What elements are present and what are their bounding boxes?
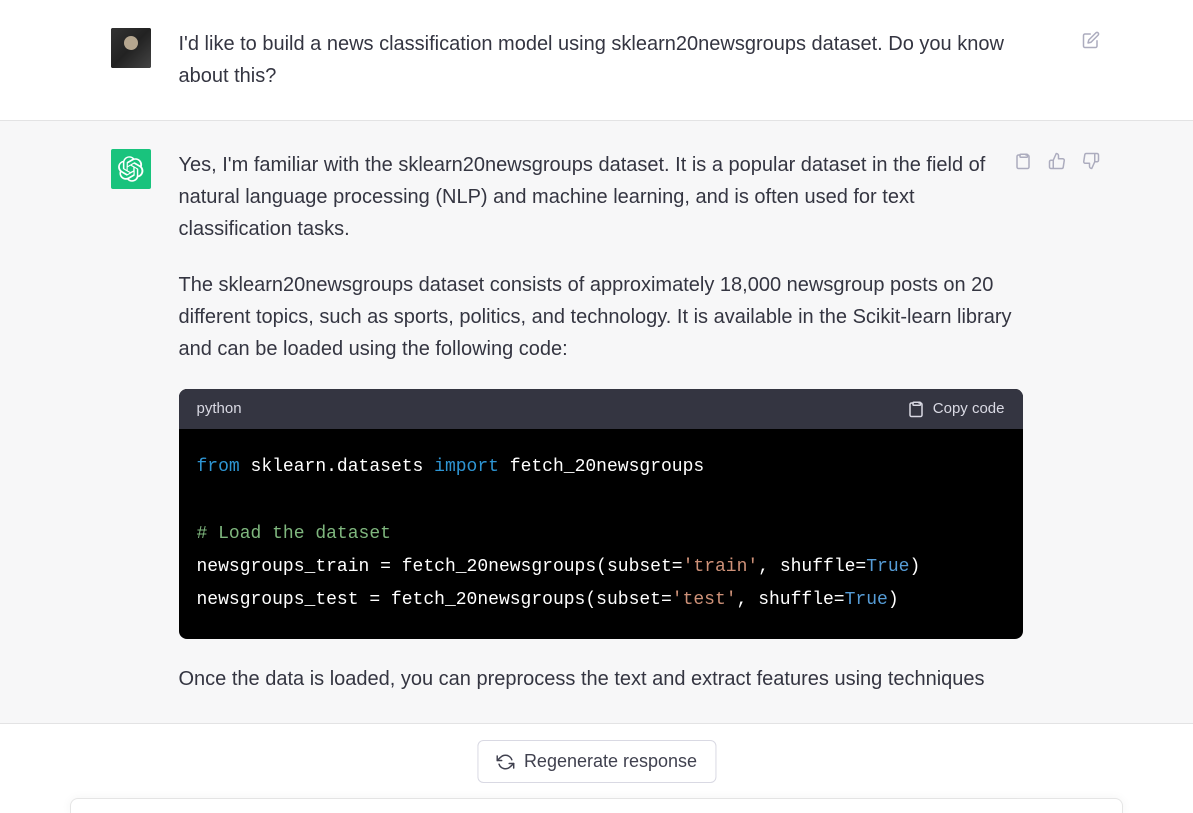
clipboard-icon bbox=[1014, 152, 1032, 170]
user-text: I'd like to build a news classification … bbox=[179, 28, 1023, 92]
assistant-paragraph: The sklearn20newsgroups dataset consists… bbox=[179, 269, 1023, 365]
copy-code-label: Copy code bbox=[933, 397, 1005, 421]
message-input[interactable] bbox=[70, 798, 1123, 813]
code-language-label: python bbox=[197, 397, 242, 421]
assistant-paragraph: Once the data is loaded, you can preproc… bbox=[179, 663, 1023, 695]
openai-logo-icon bbox=[118, 156, 144, 182]
user-message-content: I'd like to build a news classification … bbox=[179, 28, 1083, 92]
assistant-paragraph: Yes, I'm familiar with the sklearn20news… bbox=[179, 149, 1023, 245]
assistant-message-content: Yes, I'm familiar with the sklearn20news… bbox=[179, 149, 1083, 695]
code-block: python Copy code from sklearn.datasets i… bbox=[179, 389, 1023, 639]
refresh-icon bbox=[496, 753, 514, 771]
code-body: from sklearn.datasets import fetch_20new… bbox=[179, 429, 1023, 639]
edit-button[interactable] bbox=[1079, 28, 1103, 52]
thumbs-down-button[interactable] bbox=[1079, 149, 1103, 173]
user-avatar bbox=[111, 28, 151, 68]
assistant-message: Yes, I'm familiar with the sklearn20news… bbox=[0, 120, 1193, 724]
code-header: python Copy code bbox=[179, 389, 1023, 429]
edit-icon bbox=[1082, 31, 1100, 49]
copy-message-button[interactable] bbox=[1011, 149, 1035, 173]
regenerate-label: Regenerate response bbox=[524, 751, 697, 772]
thumbs-up-button[interactable] bbox=[1045, 149, 1069, 173]
assistant-avatar bbox=[111, 149, 151, 189]
thumbs-up-icon bbox=[1048, 152, 1066, 170]
user-message: I'd like to build a news classification … bbox=[0, 0, 1193, 120]
copy-code-button[interactable]: Copy code bbox=[907, 397, 1005, 421]
thumbs-down-icon bbox=[1082, 152, 1100, 170]
clipboard-icon bbox=[907, 400, 925, 418]
regenerate-response-button[interactable]: Regenerate response bbox=[477, 740, 716, 783]
